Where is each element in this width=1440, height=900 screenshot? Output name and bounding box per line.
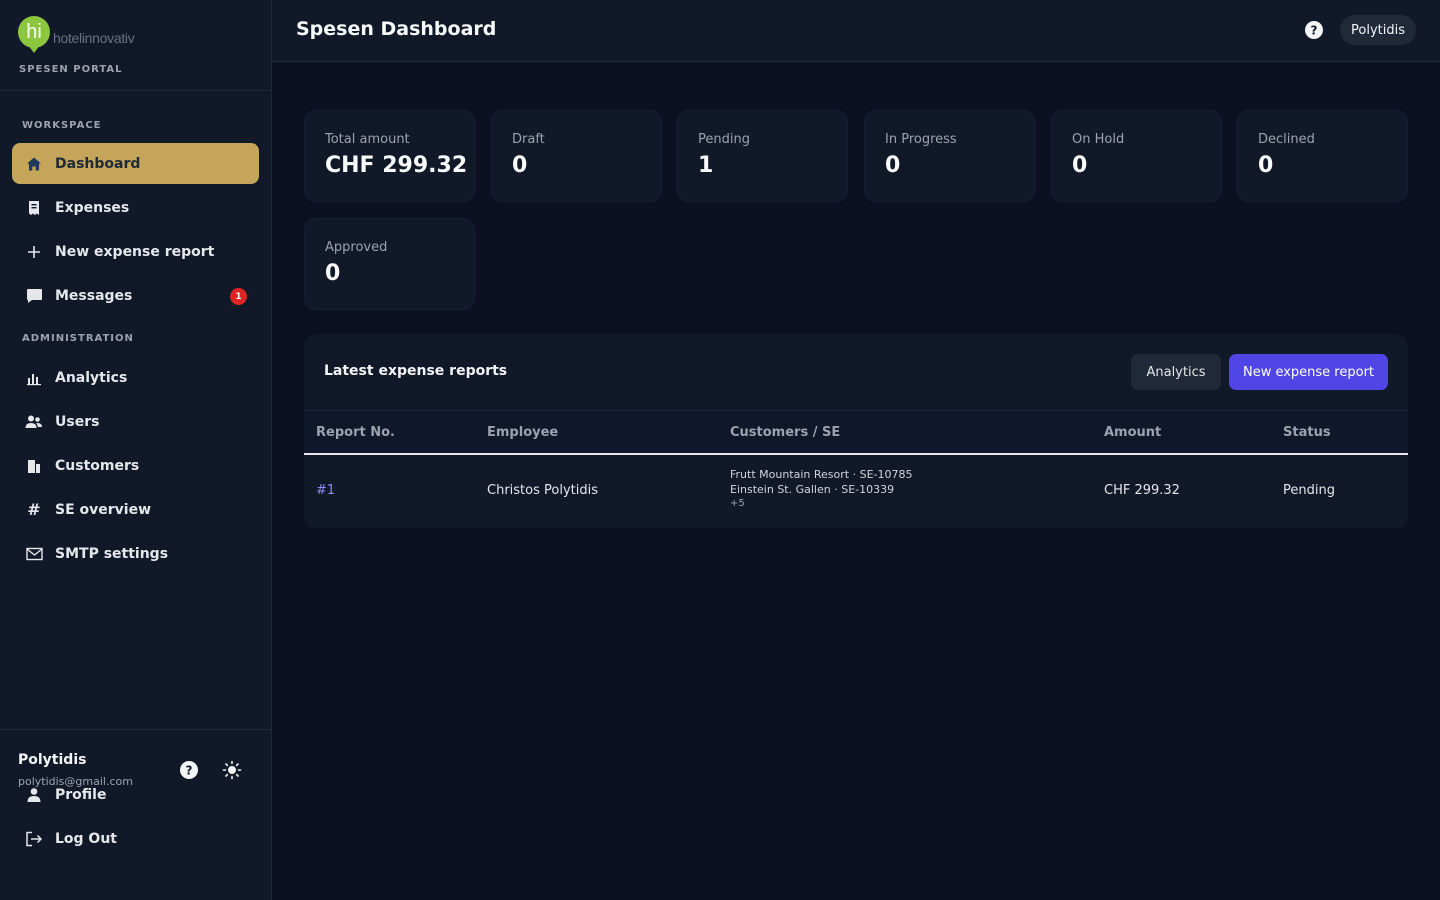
sidebar-item-label: Expenses xyxy=(55,199,130,216)
receipt-icon xyxy=(25,199,43,217)
plus-icon xyxy=(25,243,43,261)
stat-value: 0 xyxy=(1258,153,1274,178)
stat-label: Draft xyxy=(512,132,545,147)
mail-icon xyxy=(25,545,43,563)
bar-chart-icon xyxy=(25,369,43,387)
stat-label: In Progress xyxy=(885,132,957,147)
column-header-amount[interactable]: Amount xyxy=(1104,425,1161,440)
unread-badge: 1 xyxy=(230,288,247,305)
status-cell: Pending xyxy=(1283,483,1335,498)
column-header-customers-se[interactable]: Customers / SE xyxy=(730,425,840,440)
top-header: Spesen Dashboard ? Polytidis xyxy=(272,0,1440,62)
stat-value: 1 xyxy=(698,153,714,178)
sidebar-item-expenses[interactable]: Expenses xyxy=(12,187,259,228)
stat-card-draft[interactable]: Draft 0 xyxy=(491,110,662,202)
new-expense-report-button[interactable]: New expense report xyxy=(1229,354,1388,390)
stat-card-on-hold[interactable]: On Hold 0 xyxy=(1051,110,1222,202)
chat-icon xyxy=(25,287,43,305)
stat-value: CHF 299.32 xyxy=(325,153,468,178)
table-header: Report No. Employee Customers / SE Amoun… xyxy=(304,410,1408,455)
table-row[interactable]: #1 Christos Polytidis Frutt Mountain Res… xyxy=(304,456,1408,528)
analytics-button[interactable]: Analytics xyxy=(1131,354,1221,390)
stat-label: Total amount xyxy=(325,132,410,147)
user-icon xyxy=(25,786,43,804)
sidebar-footer: Polytidis polytidis@gmail.com ? Profile … xyxy=(0,729,271,900)
report-number-link[interactable]: #1 xyxy=(316,483,335,498)
logo-text: hotelinnovativ xyxy=(53,30,135,46)
column-header-employee[interactable]: Employee xyxy=(487,425,558,440)
customers-more-count: +5 xyxy=(730,498,745,509)
stat-label: Pending xyxy=(698,132,750,147)
panel-title: Latest expense reports xyxy=(324,363,508,379)
sidebar-item-label: Messages xyxy=(55,287,133,304)
stat-card-in-progress[interactable]: In Progress 0 xyxy=(864,110,1035,202)
svg-text:?: ? xyxy=(1311,24,1318,38)
stat-card-approved[interactable]: Approved 0 xyxy=(304,218,475,310)
stat-value: 0 xyxy=(325,261,341,286)
stat-value: 0 xyxy=(512,153,528,178)
sidebar-item-label: Customers xyxy=(55,457,140,474)
sidebar-item-label: Users xyxy=(55,413,100,430)
sidebar-item-se-overview[interactable]: # SE overview xyxy=(12,489,259,530)
logo-mark: hi xyxy=(18,16,50,53)
sidebar-item-messages[interactable]: Messages 1 xyxy=(12,275,259,316)
page-title: Spesen Dashboard xyxy=(296,18,497,40)
latest-expense-reports-panel: Latest expense reports Analytics New exp… xyxy=(304,334,1408,528)
sidebar-item-customers[interactable]: Customers xyxy=(12,445,259,486)
sidebar-item-users[interactable]: Users xyxy=(12,401,259,442)
stat-value: 0 xyxy=(885,153,901,178)
building-icon xyxy=(25,457,43,475)
sidebar-item-label: New expense report xyxy=(55,243,215,260)
hotelinnovativ-logo[interactable]: hi hotelinnovativ xyxy=(18,16,135,53)
sidebar-item-label: Profile xyxy=(55,786,107,803)
sidebar-item-label: Log Out xyxy=(55,830,117,847)
sidebar-item-label: Dashboard xyxy=(55,155,141,172)
employee-cell: Christos Polytidis xyxy=(487,483,598,498)
users-icon xyxy=(25,413,43,431)
sidebar-item-logout[interactable]: Log Out xyxy=(12,818,259,859)
sidebar-item-smtp-settings[interactable]: SMTP settings xyxy=(12,533,259,574)
sidebar-item-analytics[interactable]: Analytics xyxy=(12,357,259,398)
brand-header: hi hotelinnovativ SPESEN PORTAL xyxy=(0,0,271,91)
stat-value: 0 xyxy=(1072,153,1088,178)
sidebar-item-label: SE overview xyxy=(55,501,152,518)
sidebar-item-label: Analytics xyxy=(55,369,128,386)
administration-section-label: ADMINISTRATION xyxy=(22,333,134,344)
user-menu-chip[interactable]: Polytidis xyxy=(1340,15,1416,45)
customers-cell: Frutt Mountain Resort · SE-10785 Einstei… xyxy=(730,468,912,509)
amount-cell: CHF 299.32 xyxy=(1104,483,1180,498)
column-header-report-no[interactable]: Report No. xyxy=(316,425,395,440)
customer-line: Frutt Mountain Resort · SE-10785 xyxy=(730,468,913,481)
home-icon xyxy=(25,155,43,173)
stat-label: Declined xyxy=(1258,132,1315,147)
stat-card-total-amount: Total amount CHF 299.32 xyxy=(304,110,475,202)
hash-icon: # xyxy=(27,500,41,519)
stat-card-pending[interactable]: Pending 1 xyxy=(677,110,848,202)
customer-line: Einstein St. Gallen · SE-10339 xyxy=(730,483,895,496)
column-header-status[interactable]: Status xyxy=(1283,425,1331,440)
logout-icon xyxy=(25,830,43,848)
sidebar-item-label: SMTP settings xyxy=(55,545,169,562)
stat-label: Approved xyxy=(325,240,388,255)
help-icon[interactable]: ? xyxy=(1304,20,1324,40)
stat-card-declined[interactable]: Declined 0 xyxy=(1237,110,1408,202)
portal-label: SPESEN PORTAL xyxy=(19,64,123,75)
sidebar-item-new-expense-report[interactable]: New expense report xyxy=(12,231,259,272)
user-name: Polytidis xyxy=(18,752,87,768)
sidebar: hi hotelinnovativ SPESEN PORTAL WORKSPAC… xyxy=(0,0,272,900)
workspace-section-label: WORKSPACE xyxy=(22,120,102,131)
sidebar-item-dashboard[interactable]: Dashboard xyxy=(12,143,259,184)
sidebar-item-profile[interactable]: Profile xyxy=(12,774,259,815)
stat-label: On Hold xyxy=(1072,132,1125,147)
